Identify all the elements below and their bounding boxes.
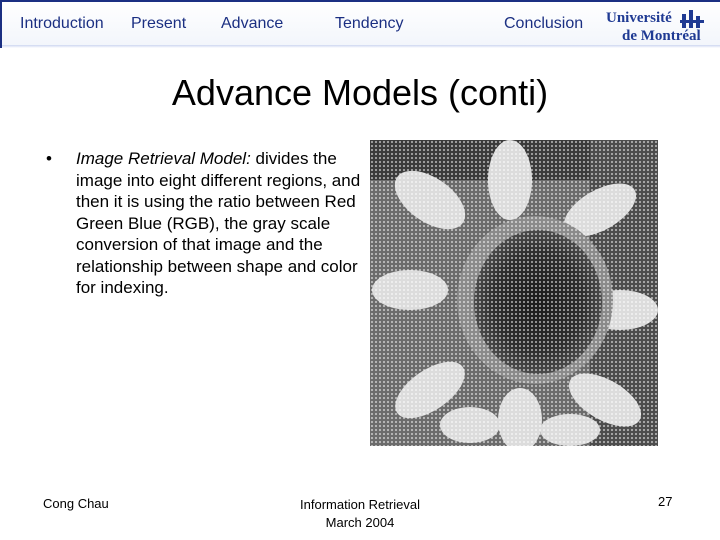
logo-line-2: de Montréal [622, 28, 701, 44]
university-crest-icon [680, 10, 704, 28]
nav-introduction[interactable]: Introduction [20, 15, 104, 33]
slide-title: Advance Models (conti) [171, 72, 549, 113]
footer-course-info: Information Retrieval March 2004 [260, 496, 460, 532]
nav-present[interactable]: Present [131, 15, 186, 33]
bullet-text: Image Retrieval Model: divides the image… [76, 148, 366, 299]
bullet-lead: Image Retrieval Model: [76, 149, 251, 168]
footer-date: March 2004 [325, 515, 395, 530]
bullet-body: divides the image into eight different r… [76, 149, 361, 297]
nav-advance[interactable]: Advance [221, 15, 283, 33]
top-navigation-bar: Introduction Present Advance Tendency Co… [0, 0, 720, 48]
logo-line-1: Université [606, 10, 672, 26]
page-number: 27 [658, 494, 673, 509]
sunflower-grayscale-image [370, 140, 658, 446]
universite-de-montreal-logo: Université de Montréal [606, 8, 718, 48]
footer-author: Cong Chau [43, 496, 109, 511]
nav-tendency[interactable]: Tendency [335, 15, 404, 33]
bullet-marker: • [46, 149, 52, 168]
footer-course: Information Retrieval [300, 497, 420, 512]
nav-conclusion[interactable]: Conclusion [504, 15, 583, 33]
